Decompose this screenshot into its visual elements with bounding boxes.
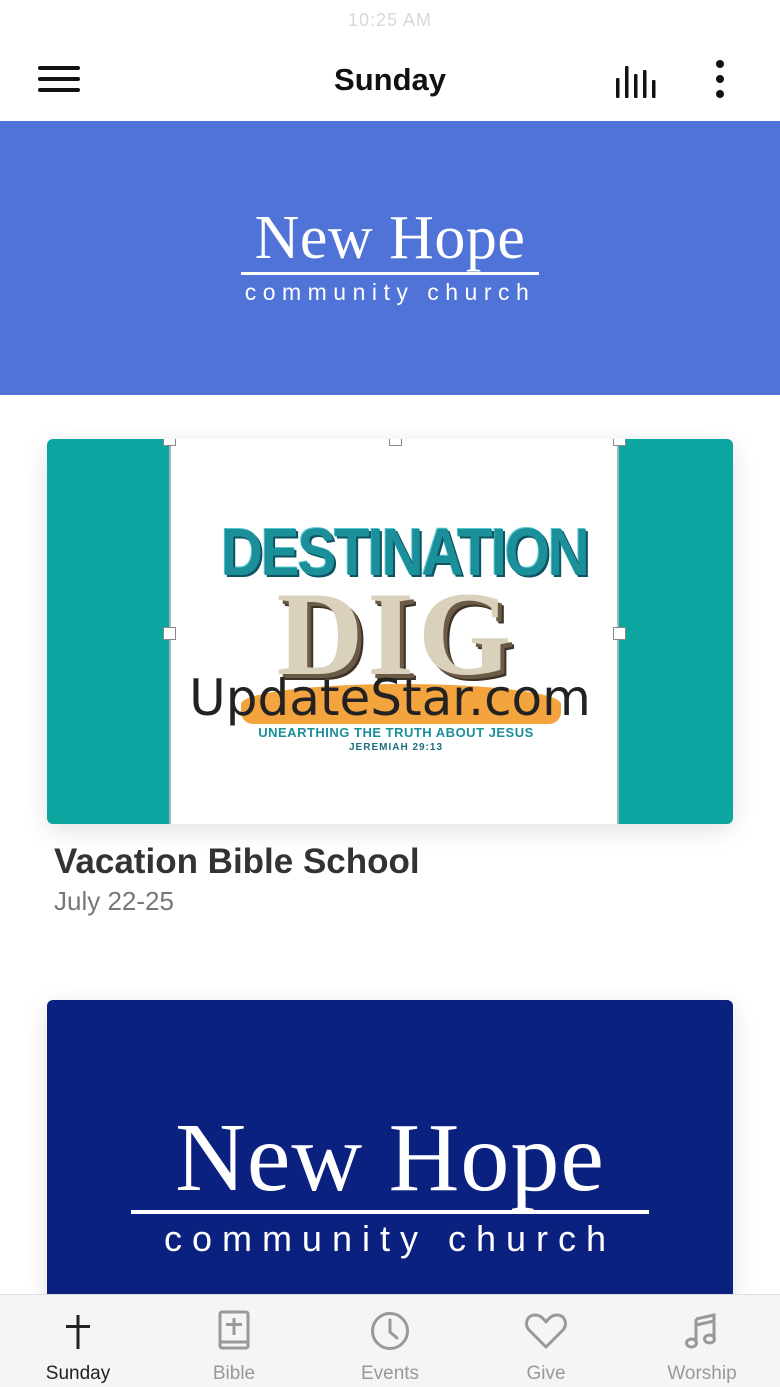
heart-icon: [525, 1313, 567, 1349]
tab-label: Sunday: [45, 1363, 111, 1384]
bottom-tab-bar: Sunday Bible Events Give Worship: [0, 1294, 780, 1387]
resize-handle: [163, 627, 176, 640]
tab-bible[interactable]: Bible: [156, 1295, 312, 1387]
music-note-icon: [685, 1313, 716, 1349]
resize-handle: [389, 439, 402, 446]
logo-sub-text: community church: [244, 279, 536, 305]
tab-label: Give: [526, 1363, 566, 1384]
poster-verse: JEREMIAH 29:13: [348, 742, 444, 753]
resize-handle: [613, 627, 626, 640]
resize-handle: [163, 439, 176, 446]
bible-icon: [218, 1310, 250, 1350]
feed-card-new-hope[interactable]: New Hope community church: [47, 1000, 733, 1300]
audio-bars-icon: [616, 66, 656, 98]
vbs-card-image[interactable]: DESTINATION DIG UNEARTHING THE TRUTH ABO…: [47, 439, 733, 824]
clock-icon: [371, 1312, 409, 1350]
logo-divider: [241, 272, 539, 275]
cross-icon: [66, 1315, 90, 1349]
tab-worship[interactable]: Worship: [624, 1295, 780, 1387]
more-options-button[interactable]: [708, 58, 732, 102]
nav-header: Sunday: [0, 40, 780, 121]
tab-events[interactable]: Events: [312, 1295, 468, 1387]
card-subtitle: July 22-25: [54, 886, 174, 916]
logo-sub-text: community church: [163, 1218, 617, 1259]
logo-main-text: New Hope: [175, 1104, 605, 1212]
logo-main-text: New Hope: [254, 204, 526, 272]
hamburger-menu-button[interactable]: [38, 65, 80, 95]
church-logo-large: New Hope community church: [47, 1108, 733, 1260]
page-title: Sunday: [334, 62, 446, 97]
tab-label: Worship: [667, 1363, 737, 1384]
new-hope-card-image[interactable]: New Hope community church: [47, 1000, 733, 1300]
vbs-poster: DESTINATION DIG UNEARTHING THE TRUTH ABO…: [163, 439, 626, 824]
card-title[interactable]: Vacation Bible School: [54, 842, 420, 882]
audio-bars-button[interactable]: [612, 62, 662, 102]
feed-card-vbs[interactable]: DESTINATION DIG UNEARTHING THE TRUTH ABO…: [47, 439, 733, 919]
poster-tagline: UNEARTHING THE TRUTH ABOUT JESUS: [258, 725, 534, 740]
resize-handle: [613, 439, 626, 446]
status-time: 10:25 AM: [347, 10, 433, 30]
tab-label: Events: [360, 1363, 420, 1384]
tab-label: Bible: [212, 1363, 256, 1384]
watermark-text: UpdateStar.com: [189, 669, 591, 727]
tab-sunday[interactable]: Sunday: [0, 1295, 156, 1387]
status-bar: 10:25 AM: [0, 0, 780, 40]
church-logo: New Hope community church: [0, 206, 780, 306]
tab-give[interactable]: Give: [468, 1295, 624, 1387]
hero-banner: New Hope community church: [0, 121, 780, 395]
